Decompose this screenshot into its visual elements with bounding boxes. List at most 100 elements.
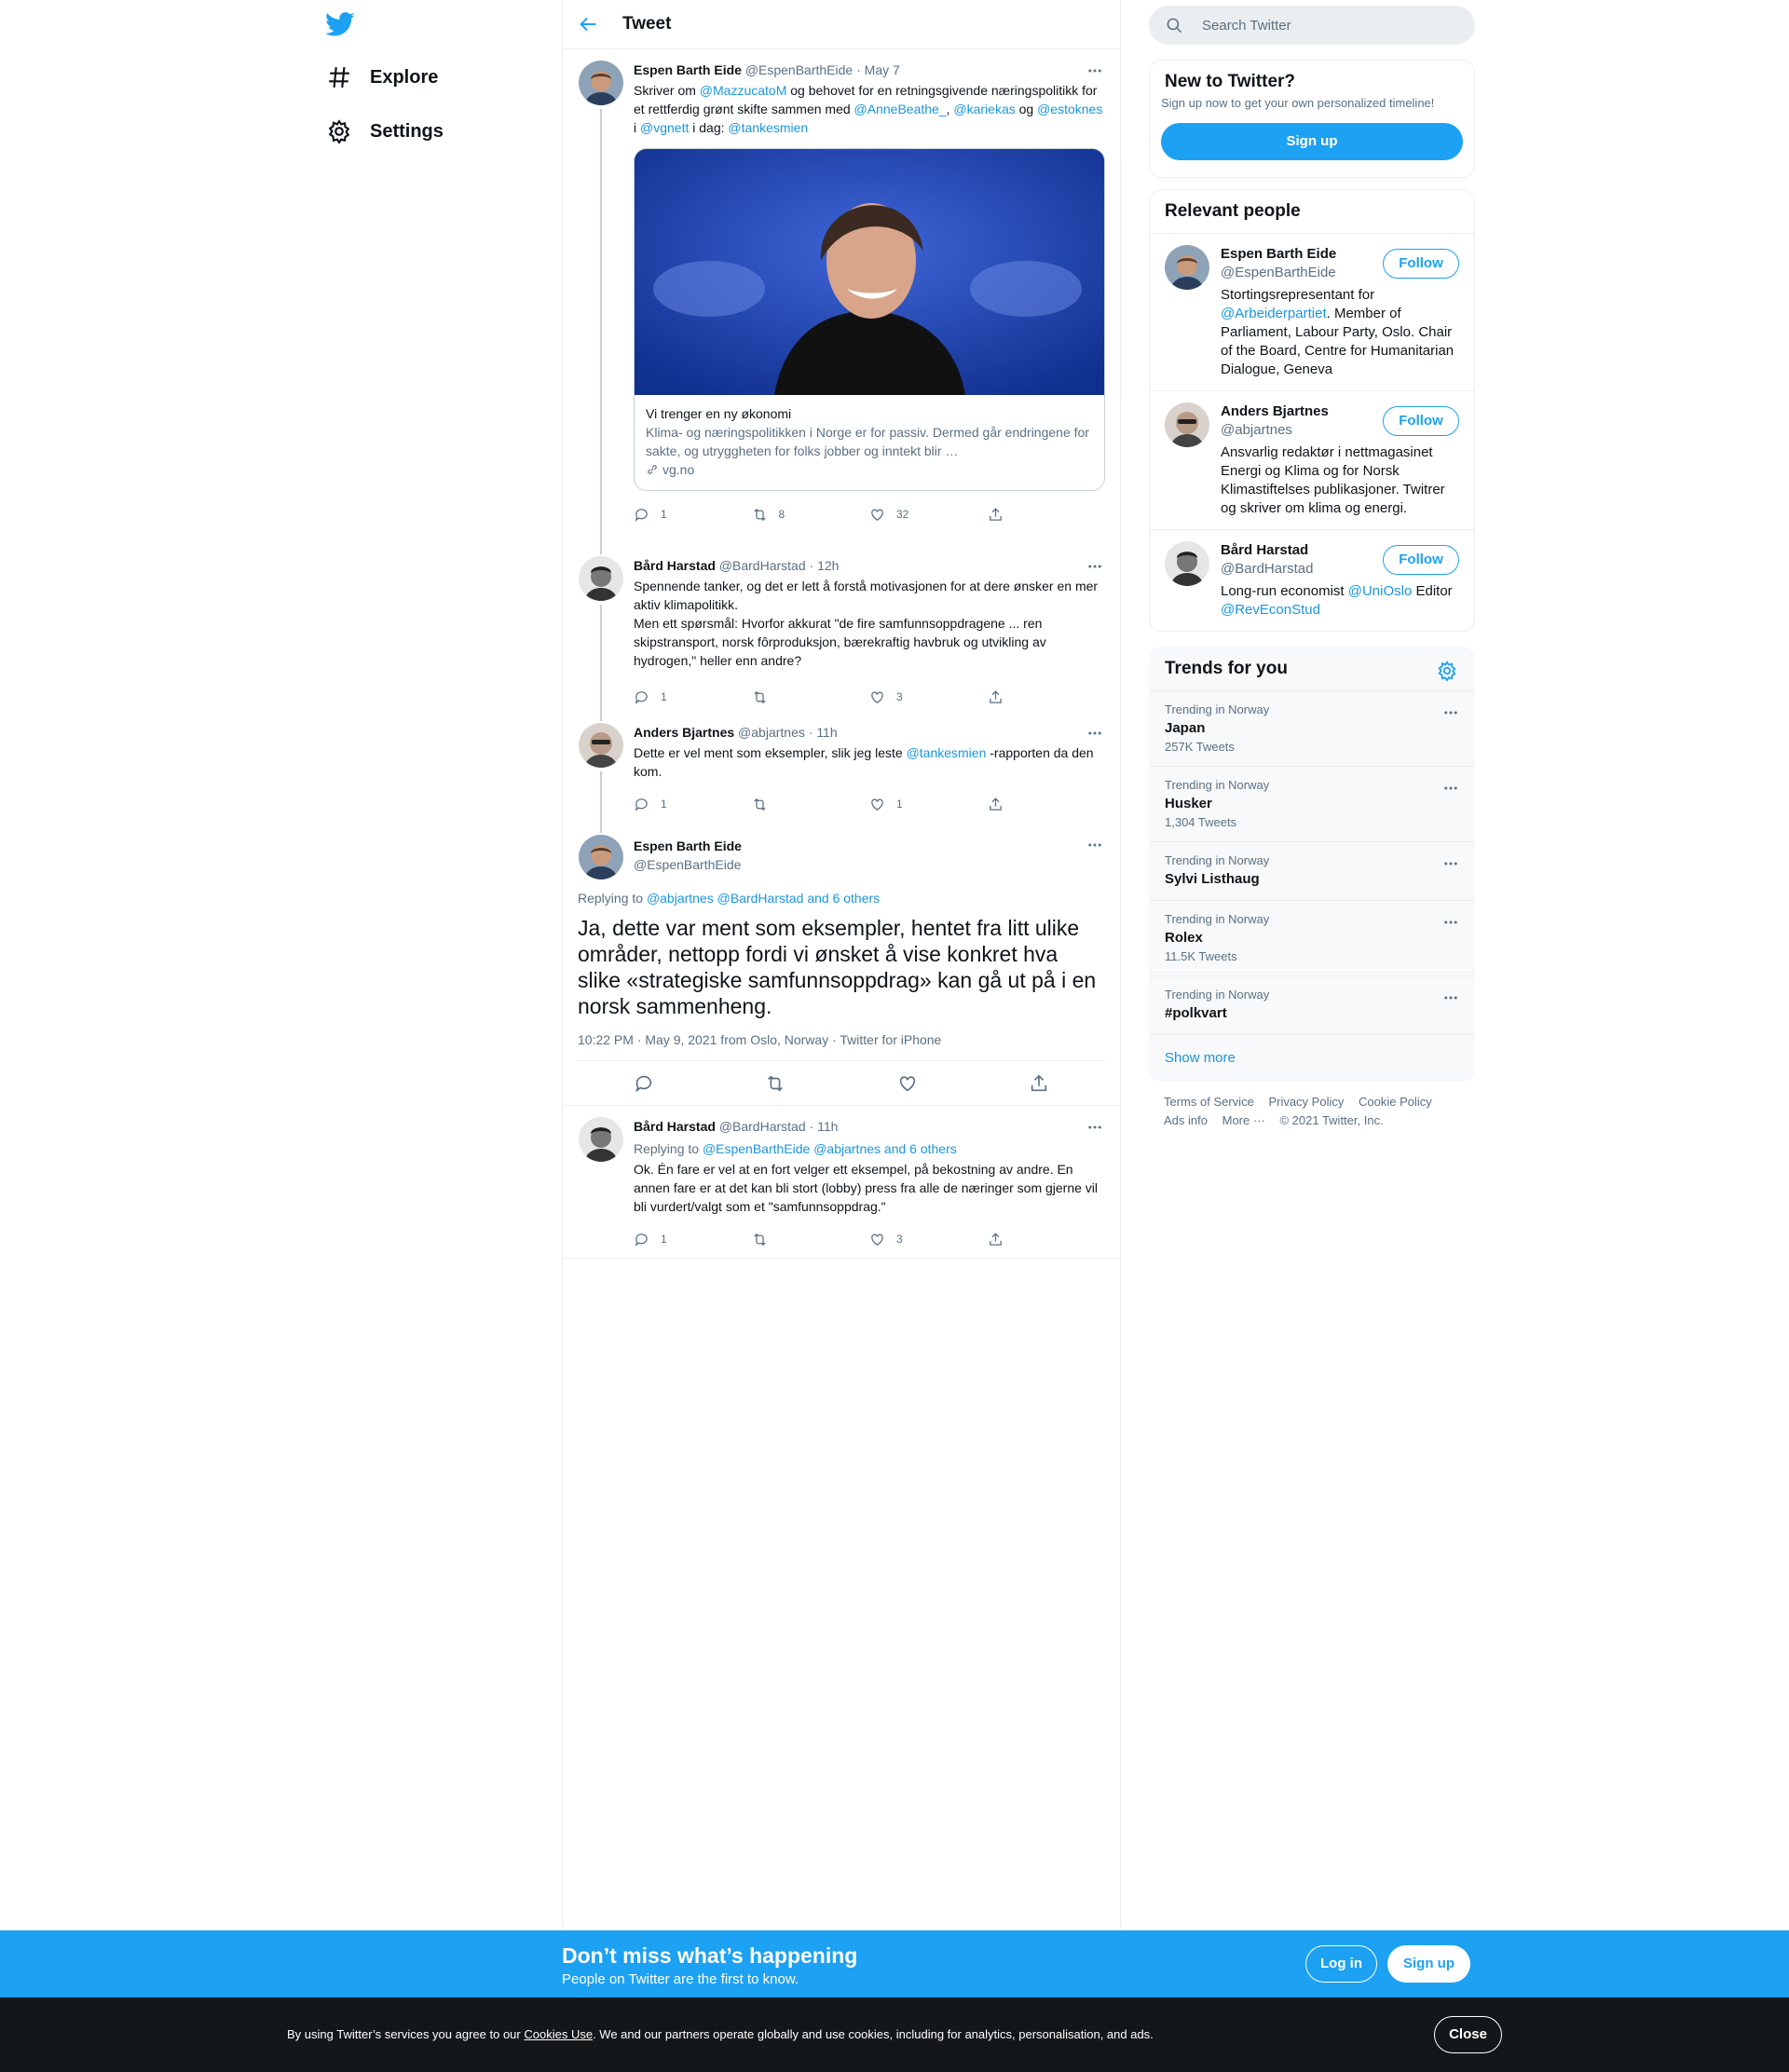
author-name[interactable]: Anders Bjartnes [634, 725, 734, 740]
login-button[interactable]: Log in [1305, 1945, 1377, 1983]
more-options-icon[interactable] [1086, 1119, 1103, 1136]
footer-cookie-link[interactable]: Cookie Policy [1359, 1095, 1432, 1109]
tweet-time[interactable]: May 7 [865, 62, 900, 77]
mention-link[interactable]: @MazzucatoM [700, 83, 787, 98]
share-button[interactable] [988, 1232, 1106, 1247]
person-card[interactable]: Espen Barth Eide @EspenBarthEide Stortin… [1150, 233, 1474, 390]
tweet-time[interactable]: 12h [817, 558, 839, 573]
nav-settings[interactable]: Settings [327, 113, 444, 150]
trend-item[interactable]: Trending in Norway Sylvi Listhaug [1150, 841, 1474, 900]
more-options-icon[interactable] [1086, 558, 1103, 575]
replying-to-users[interactable]: @abjartnes @BardHarstad and 6 others [647, 891, 880, 906]
avatar[interactable] [1165, 245, 1209, 290]
author-name[interactable]: Bård Harstad [634, 558, 716, 573]
retweet-button[interactable] [752, 689, 870, 705]
settings-gear-icon[interactable] [1437, 661, 1457, 681]
tweet-anders[interactable]: Anders Bjartnes @abjartnes · 11h Dette e… [563, 712, 1120, 824]
tweet-time[interactable]: 11h [817, 1119, 838, 1134]
more-options-icon[interactable] [1442, 704, 1459, 721]
promo-signup-button[interactable]: Sign up [1387, 1945, 1470, 1983]
more-options-icon[interactable] [1086, 62, 1103, 79]
avatar[interactable] [1165, 402, 1209, 447]
tweet-espen[interactable]: Espen Barth Eide @EspenBarthEide · May 7… [563, 49, 1120, 545]
like-button[interactable]: 1 [869, 797, 988, 812]
footer-more-link[interactable]: More ··· [1222, 1113, 1265, 1127]
follow-button[interactable]: Follow [1383, 406, 1459, 436]
mention-link[interactable]: @AnneBeathe_ [854, 102, 947, 116]
avatar[interactable] [579, 61, 623, 105]
share-button[interactable] [988, 797, 1106, 812]
author-handle[interactable]: @EspenBarthEide [634, 855, 742, 874]
author-handle[interactable]: @abjartnes [738, 725, 805, 740]
reply-tweet[interactable]: Bård Harstad @BardHarstad · 11h Replying… [563, 1106, 1120, 1259]
share-button[interactable] [988, 689, 1106, 705]
reply-button[interactable]: 1 [634, 507, 752, 523]
twitter-bird-icon[interactable] [325, 9, 355, 39]
card-info: Vi trenger en ny økonomi Klima- og nærin… [635, 395, 1104, 490]
trend-item[interactable]: Trending in Norway #polkvart [1150, 975, 1474, 1034]
reply-button[interactable]: 1 [634, 1232, 752, 1247]
more-options-icon[interactable] [1086, 725, 1103, 742]
link-card[interactable]: Vi trenger en ny økonomi Klima- og nærin… [634, 148, 1105, 491]
mention-link[interactable]: @Arbeiderpartiet [1221, 306, 1327, 321]
author-name[interactable]: Espen Barth Eide [634, 62, 742, 77]
back-arrow-icon[interactable] [578, 14, 598, 34]
retweet-button[interactable] [752, 797, 870, 812]
author-handle[interactable]: @BardHarstad [719, 558, 806, 573]
trend-item[interactable]: Trending in Norway Husker 1,304 Tweets [1150, 766, 1474, 841]
show-more-link[interactable]: Show more [1150, 1034, 1474, 1081]
tweet-bard[interactable]: Bård Harstad @BardHarstad · 12h Spennend… [563, 545, 1120, 712]
footer-privacy-link[interactable]: Privacy Policy [1268, 1095, 1344, 1109]
follow-button[interactable]: Follow [1383, 249, 1459, 279]
mention-link[interactable]: @UniOslo [1348, 583, 1413, 599]
more-options-icon[interactable] [1442, 914, 1459, 931]
share-icon[interactable] [1029, 1073, 1049, 1094]
reply-button[interactable]: 1 [634, 689, 752, 705]
sidebar-footer: Terms of Service Privacy Policy Cookie P… [1149, 1082, 1475, 1141]
mention-link[interactable]: @tankesmien [907, 745, 987, 760]
mention-link[interactable]: @vgnett [640, 120, 689, 135]
like-button[interactable]: 3 [869, 689, 988, 705]
tweet-time[interactable]: 11h [816, 725, 837, 740]
avatar[interactable] [1165, 541, 1209, 586]
more-options-icon[interactable] [1442, 989, 1459, 1006]
retweet-icon[interactable] [765, 1073, 785, 1094]
avatar[interactable] [579, 835, 623, 879]
footer-terms-link[interactable]: Terms of Service [1164, 1095, 1254, 1109]
retweet-button[interactable] [752, 1232, 870, 1247]
mention-link[interactable]: @RevEconStud [1221, 602, 1320, 618]
author-handle[interactable]: @EspenBarthEide [745, 62, 853, 77]
author-handle[interactable]: @BardHarstad [719, 1119, 806, 1134]
author-name[interactable]: Espen Barth Eide [634, 837, 742, 855]
person-card[interactable]: Anders Bjartnes @abjartnes Ansvarlig red… [1150, 390, 1474, 529]
nav-explore[interactable]: Explore [327, 59, 438, 96]
author-name[interactable]: Bård Harstad [634, 1119, 716, 1134]
cookies-use-link[interactable]: Cookies Use [524, 2027, 593, 2041]
mention-link[interactable]: @tankesmien [728, 120, 808, 135]
more-options-icon[interactable] [1442, 780, 1459, 797]
footer-ads-link[interactable]: Ads info [1164, 1113, 1208, 1127]
share-button[interactable] [988, 507, 1106, 523]
search-input[interactable]: Search Twitter [1149, 6, 1475, 45]
retweet-button[interactable]: 8 [752, 507, 870, 523]
reply-button[interactable]: 1 [634, 797, 752, 812]
like-button[interactable]: 32 [869, 507, 988, 523]
like-button[interactable]: 3 [869, 1232, 988, 1247]
tweet-timestamp[interactable]: 10:22 PM · May 9, 2021 from Oslo, Norway… [578, 1032, 1105, 1061]
mention-link[interactable]: @estoknes [1037, 102, 1102, 116]
mention-link[interactable]: @kariekas [953, 102, 1015, 116]
avatar[interactable] [579, 723, 623, 768]
cookie-close-button[interactable]: Close [1434, 2016, 1502, 2053]
person-card[interactable]: Bård Harstad @BardHarstad Long-run econo… [1150, 529, 1474, 631]
more-options-icon[interactable] [1442, 855, 1459, 872]
heart-icon[interactable] [897, 1073, 918, 1094]
avatar[interactable] [579, 556, 623, 601]
avatar[interactable] [579, 1117, 623, 1162]
reply-icon[interactable] [634, 1073, 654, 1094]
follow-button[interactable]: Follow [1383, 545, 1459, 575]
replying-to-users[interactable]: @EspenBarthEide @abjartnes and 6 others [703, 1141, 957, 1156]
more-options-icon[interactable] [1086, 837, 1103, 853]
trend-item[interactable]: Trending in Norway Rolex 11.5K Tweets [1150, 900, 1474, 975]
trend-item[interactable]: Trending in Norway Japan 257K Tweets [1150, 690, 1474, 766]
signup-button[interactable]: Sign up [1161, 123, 1463, 160]
